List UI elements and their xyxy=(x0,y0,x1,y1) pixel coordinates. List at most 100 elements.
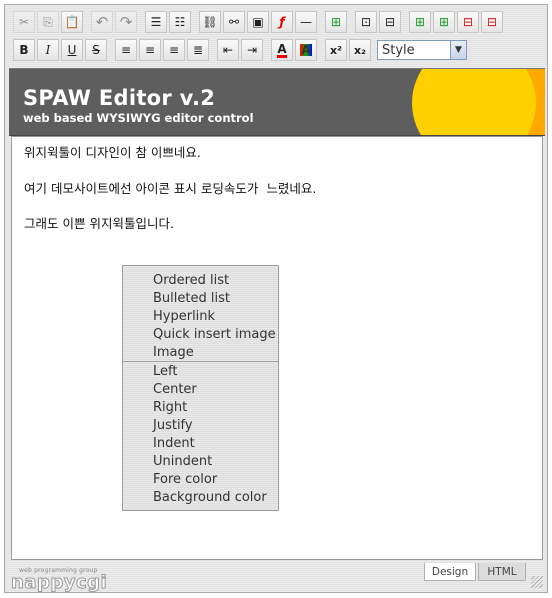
italic-button[interactable]: I xyxy=(37,39,59,61)
underline-icon: U xyxy=(67,43,77,57)
style-select-value: Style xyxy=(382,42,415,58)
hyperlink-icon: ⛓ xyxy=(202,15,218,29)
redo-button[interactable]: ↷ xyxy=(115,11,137,33)
background-color-icon: A xyxy=(300,43,312,57)
menu-item-justify[interactable]: Justify xyxy=(123,417,278,435)
editor-content-area[interactable]: 위지윅툴이 디자인이 참 이쁘네요. 여기 데모사이트에선 아이콘 표시 로딩속… xyxy=(11,136,543,560)
horizontal-rule-button[interactable]: — xyxy=(295,11,317,33)
strikethrough-button[interactable]: S xyxy=(85,39,107,61)
copy-icon: ⎘ xyxy=(43,15,53,29)
content-paragraph: 그래도 이쁜 위지윅툴입니다. xyxy=(24,216,174,231)
toolbar-row-1: ✂ ⎘ 📋 ↶ ↷ ☰ ☷ ⛓ ⚯ ▣ ƒ — ⊞ ⊡ ⊟ ⊞ ⊞ ⊟ ⊟ xyxy=(13,9,505,35)
tab-html[interactable]: HTML xyxy=(478,563,526,581)
fore-color-button[interactable]: A xyxy=(271,39,293,61)
delete-row-icon: ⊟ xyxy=(462,15,474,29)
table-properties-icon: ⊡ xyxy=(360,15,372,29)
image-button[interactable]: ▣ xyxy=(247,11,269,33)
align-left-button[interactable]: ≡ xyxy=(115,39,137,61)
menu-item-unindent[interactable]: Unindent xyxy=(123,453,278,471)
spaw-editor: ✂ ⎘ 📋 ↶ ↷ ☰ ☷ ⛓ ⚯ ▣ ƒ — ⊞ ⊡ ⊟ ⊞ ⊞ ⊟ ⊟ B I U S ≡ ≡ ≡ ≣ ⇤ ⇥ A Ax² x₂ Sty… xyxy=(4,4,548,594)
resize-grip-icon[interactable] xyxy=(531,576,543,588)
justify-button[interactable]: ≣ xyxy=(187,39,209,61)
align-left-icon: ≡ xyxy=(120,43,132,57)
superscript-button[interactable]: x² xyxy=(325,39,347,61)
undo-icon: ↶ xyxy=(95,12,109,31)
ordered-list-button[interactable]: ☰ xyxy=(145,11,167,33)
outdent-icon: ⇤ xyxy=(222,43,234,57)
table-properties-button[interactable]: ⊡ xyxy=(355,11,377,33)
menu-item-fore-color[interactable]: Fore color xyxy=(123,471,278,489)
horizontal-rule-icon: — xyxy=(300,15,312,29)
banner-arc-yellow xyxy=(412,69,536,135)
banner-title: SPAW Editor v.2 xyxy=(23,86,216,110)
delete-column-icon: ⊟ xyxy=(486,15,498,29)
undo-button[interactable]: ↶ xyxy=(91,11,113,33)
redo-icon: ↷ xyxy=(119,12,133,31)
insert-column-icon: ⊞ xyxy=(438,15,450,29)
cell-properties-icon: ⊟ xyxy=(384,15,396,29)
menu-item-indent[interactable]: Indent xyxy=(123,435,278,453)
banner-subtitle: web based WYSIWYG editor control xyxy=(23,111,254,125)
editor-banner: SPAW Editor v.2 web based WYSIWYG editor… xyxy=(9,68,545,136)
image-icon: ▣ xyxy=(252,15,264,29)
menu-item-center[interactable]: Center xyxy=(123,381,278,399)
unlink-button[interactable]: ⚯ xyxy=(223,11,245,33)
paste-button[interactable]: 📋 xyxy=(61,11,83,33)
strikethrough-icon: S xyxy=(92,43,100,57)
copy-button[interactable]: ⎘ xyxy=(37,11,59,33)
menu-item-quick-insert-image[interactable]: Quick insert image xyxy=(123,326,278,344)
editor-footer: web programming group nappycgi Design HT… xyxy=(9,561,545,594)
create-table-button[interactable]: ⊞ xyxy=(325,11,347,33)
cut-icon: ✂ xyxy=(18,15,30,29)
flash-icon: ƒ xyxy=(279,15,285,29)
insert-row-button[interactable]: ⊞ xyxy=(409,11,431,33)
chevron-down-icon[interactable]: ▼ xyxy=(450,41,466,59)
indent-icon: ⇥ xyxy=(246,43,258,57)
insert-column-button[interactable]: ⊞ xyxy=(433,11,455,33)
unlink-icon: ⚯ xyxy=(228,15,240,29)
flash-button[interactable]: ƒ xyxy=(271,11,293,33)
cut-button[interactable]: ✂ xyxy=(13,11,35,33)
delete-column-button[interactable]: ⊟ xyxy=(481,11,503,33)
background-color-button[interactable]: A xyxy=(295,39,317,61)
toolbar-row-2-buttons: B I U S ≡ ≡ ≡ ≣ ⇤ ⇥ A Ax² x₂ xyxy=(13,39,373,61)
menu-item-image[interactable]: Image xyxy=(123,344,278,362)
superscript-icon: x² xyxy=(330,43,342,57)
align-center-button[interactable]: ≡ xyxy=(139,39,161,61)
bulleted-list-icon: ☷ xyxy=(174,15,186,29)
toolbar-row-2: B I U S ≡ ≡ ≡ ≣ ⇤ ⇥ A Ax² x₂ Style ▼ xyxy=(13,37,467,63)
align-center-icon: ≡ xyxy=(144,43,156,57)
menu-item-background-color[interactable]: Background color xyxy=(123,489,278,507)
menu-item-hyperlink[interactable]: Hyperlink xyxy=(123,308,278,326)
ordered-list-icon: ☰ xyxy=(150,15,162,29)
menu-item-ordered-list[interactable]: Ordered list xyxy=(123,272,278,290)
align-right-icon: ≡ xyxy=(168,43,180,57)
subscript-icon: x₂ xyxy=(354,43,366,57)
brand-logo: nappycgi xyxy=(10,572,108,594)
outdent-button[interactable]: ⇤ xyxy=(217,39,239,61)
insert-row-icon: ⊞ xyxy=(414,15,426,29)
menu-divider xyxy=(123,361,278,362)
paste-icon: 📋 xyxy=(64,15,80,29)
tab-design[interactable]: Design xyxy=(424,563,476,581)
fore-color-icon: A xyxy=(277,41,287,58)
justify-icon: ≣ xyxy=(192,43,204,57)
content-paragraph: 위지윅툴이 디자인이 참 이쁘네요. xyxy=(24,145,201,160)
bold-icon: B xyxy=(19,43,29,57)
context-menu: Ordered list Bulleted list Hyperlink Qui… xyxy=(122,265,279,511)
indent-button[interactable]: ⇥ xyxy=(241,39,263,61)
underline-button[interactable]: U xyxy=(61,39,83,61)
content-paragraph: 여기 데모사이트에선 아이콘 표시 로딩속도가 느렸네요. xyxy=(24,181,317,196)
hyperlink-button[interactable]: ⛓ xyxy=(199,11,221,33)
style-select[interactable]: Style ▼ xyxy=(377,40,467,60)
menu-item-left[interactable]: Left xyxy=(123,363,278,381)
subscript-button[interactable]: x₂ xyxy=(349,39,371,61)
menu-item-bulleted-list[interactable]: Bulleted list xyxy=(123,290,278,308)
italic-icon: I xyxy=(45,43,51,57)
delete-row-button[interactable]: ⊟ xyxy=(457,11,479,33)
bulleted-list-button[interactable]: ☷ xyxy=(169,11,191,33)
align-right-button[interactable]: ≡ xyxy=(163,39,185,61)
bold-button[interactable]: B xyxy=(13,39,35,61)
cell-properties-button[interactable]: ⊟ xyxy=(379,11,401,33)
menu-item-right[interactable]: Right xyxy=(123,399,278,417)
